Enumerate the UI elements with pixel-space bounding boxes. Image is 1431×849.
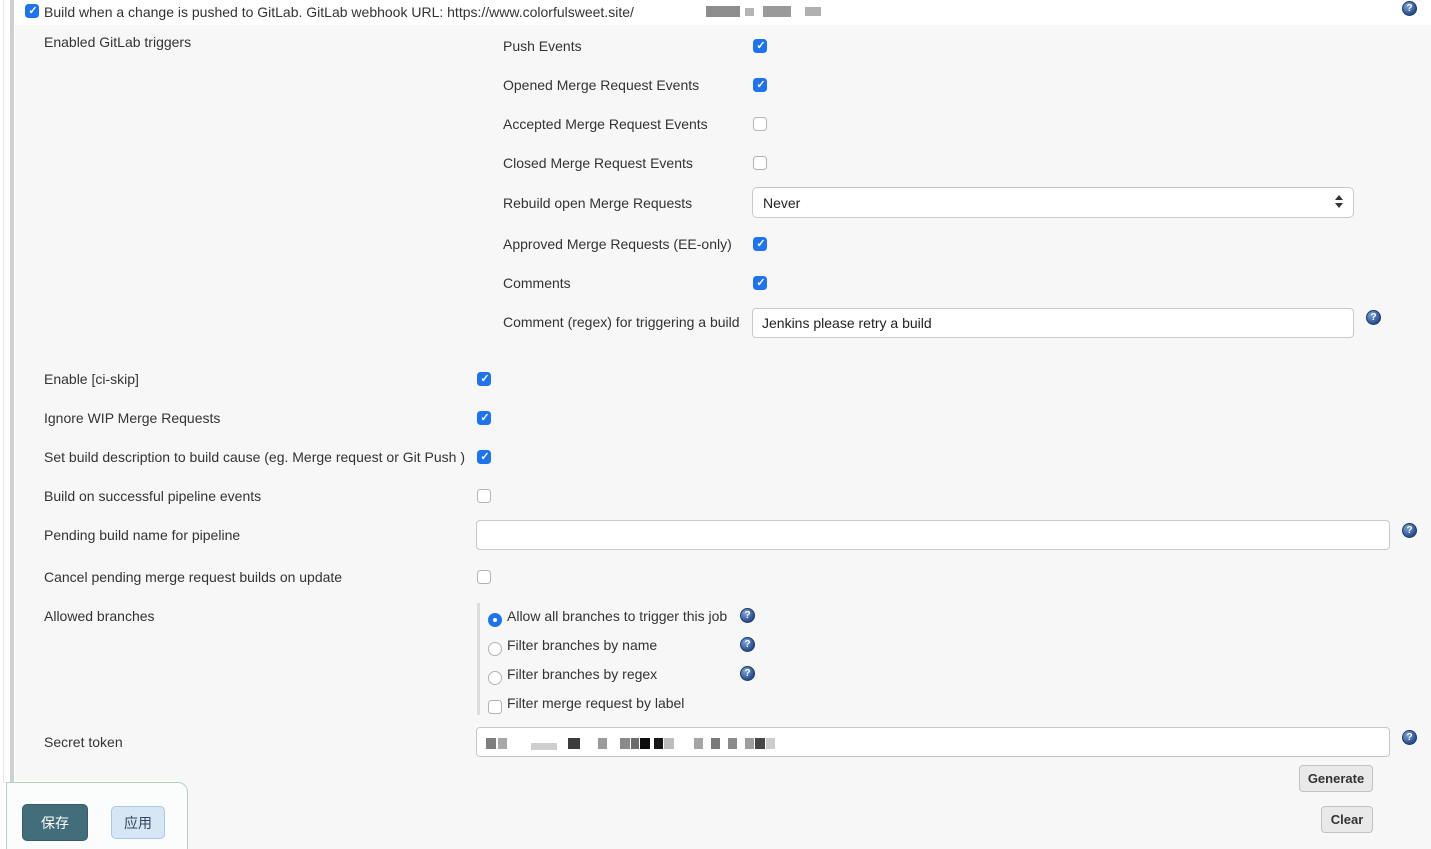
cancel-pending-checkbox[interactable] bbox=[477, 570, 491, 584]
cancel-pending-label: Cancel pending merge request builds on u… bbox=[44, 569, 342, 585]
comments-checkbox[interactable] bbox=[753, 276, 767, 290]
ci-skip-checkbox[interactable] bbox=[477, 372, 491, 386]
opened-mr-events-checkbox[interactable] bbox=[753, 78, 767, 92]
accepted-mr-events-checkbox[interactable] bbox=[753, 117, 767, 131]
help-icon[interactable]: ? bbox=[740, 666, 755, 681]
select-spinner-icon bbox=[1335, 195, 1343, 208]
filter-mr-by-label-checkbox[interactable] bbox=[488, 700, 502, 714]
secret-token-input[interactable] bbox=[476, 727, 1390, 757]
opened-mr-events-label: Opened Merge Request Events bbox=[503, 77, 699, 93]
redacted-secret-token bbox=[486, 737, 775, 750]
comment-regex-input[interactable] bbox=[752, 308, 1354, 338]
allowed-branches-group-bar bbox=[477, 603, 480, 715]
left-faint-divider bbox=[3, 0, 4, 783]
rebuild-open-mr-select[interactable]: Never bbox=[752, 187, 1354, 218]
build-description-checkbox[interactable] bbox=[477, 450, 491, 464]
closed-mr-events-checkbox[interactable] bbox=[753, 156, 767, 170]
help-icon[interactable]: ? bbox=[740, 637, 755, 652]
build-description-label: Set build description to build cause (eg… bbox=[44, 449, 465, 465]
push-events-checkbox[interactable] bbox=[753, 39, 767, 53]
comment-regex-label: Comment (regex) for triggering a build bbox=[503, 314, 740, 330]
ignore-wip-label: Ignore WIP Merge Requests bbox=[44, 410, 220, 426]
pipeline-events-label: Build on successful pipeline events bbox=[44, 488, 261, 504]
help-icon[interactable]: ? bbox=[1402, 523, 1417, 538]
rebuild-open-mr-label: Rebuild open Merge Requests bbox=[503, 195, 692, 211]
filter-branches-by-regex-radio[interactable] bbox=[488, 671, 502, 685]
closed-mr-events-label: Closed Merge Request Events bbox=[503, 155, 693, 171]
push-events-label: Push Events bbox=[503, 38, 582, 54]
help-icon[interactable]: ? bbox=[740, 608, 755, 623]
secret-token-label: Secret token bbox=[44, 734, 123, 750]
help-icon[interactable]: ? bbox=[1366, 310, 1381, 325]
filter-branches-by-regex-label: Filter branches by regex bbox=[507, 666, 657, 682]
redacted-webhook-url bbox=[706, 6, 821, 17]
accepted-mr-events-label: Accepted Merge Request Events bbox=[503, 116, 708, 132]
apply-button[interactable]: 应用 bbox=[111, 806, 165, 839]
filter-branches-by-name-radio[interactable] bbox=[488, 642, 502, 656]
section-background bbox=[15, 25, 1431, 849]
rebuild-open-mr-selected-value: Never bbox=[763, 195, 800, 211]
enabled-triggers-section-label: Enabled GitLab triggers bbox=[44, 34, 191, 50]
approved-mr-checkbox[interactable] bbox=[753, 237, 767, 251]
comments-label: Comments bbox=[503, 275, 571, 291]
save-button[interactable]: 保存 bbox=[22, 804, 88, 841]
filter-branches-by-name-label: Filter branches by name bbox=[507, 637, 657, 653]
allow-all-branches-radio[interactable] bbox=[488, 613, 502, 627]
clear-button[interactable]: Clear bbox=[1321, 806, 1373, 833]
help-icon[interactable]: ? bbox=[1402, 730, 1417, 745]
approved-mr-label: Approved Merge Requests (EE-only) bbox=[503, 236, 732, 252]
allowed-branches-label: Allowed branches bbox=[44, 608, 155, 624]
pipeline-events-checkbox[interactable] bbox=[477, 489, 491, 503]
section-indent-bar bbox=[10, 0, 14, 783]
generate-button[interactable]: Generate bbox=[1299, 765, 1373, 792]
allow-all-branches-label: Allow all branches to trigger this job bbox=[507, 608, 727, 624]
help-icon[interactable]: ? bbox=[1402, 1, 1417, 16]
build-when-pushed-checkbox[interactable] bbox=[25, 4, 39, 18]
pending-build-name-label: Pending build name for pipeline bbox=[44, 527, 240, 543]
filter-mr-by-label-label: Filter merge request by label bbox=[507, 695, 684, 711]
pending-build-name-input[interactable] bbox=[476, 520, 1390, 550]
gitlab-trigger-config-page: Build when a change is pushed to GitLab.… bbox=[0, 0, 1431, 849]
ignore-wip-checkbox[interactable] bbox=[477, 411, 491, 425]
ci-skip-label: Enable [ci-skip] bbox=[44, 371, 139, 387]
save-apply-panel: 保存 应用 bbox=[6, 782, 188, 849]
build-when-pushed-label: Build when a change is pushed to GitLab.… bbox=[44, 4, 634, 20]
